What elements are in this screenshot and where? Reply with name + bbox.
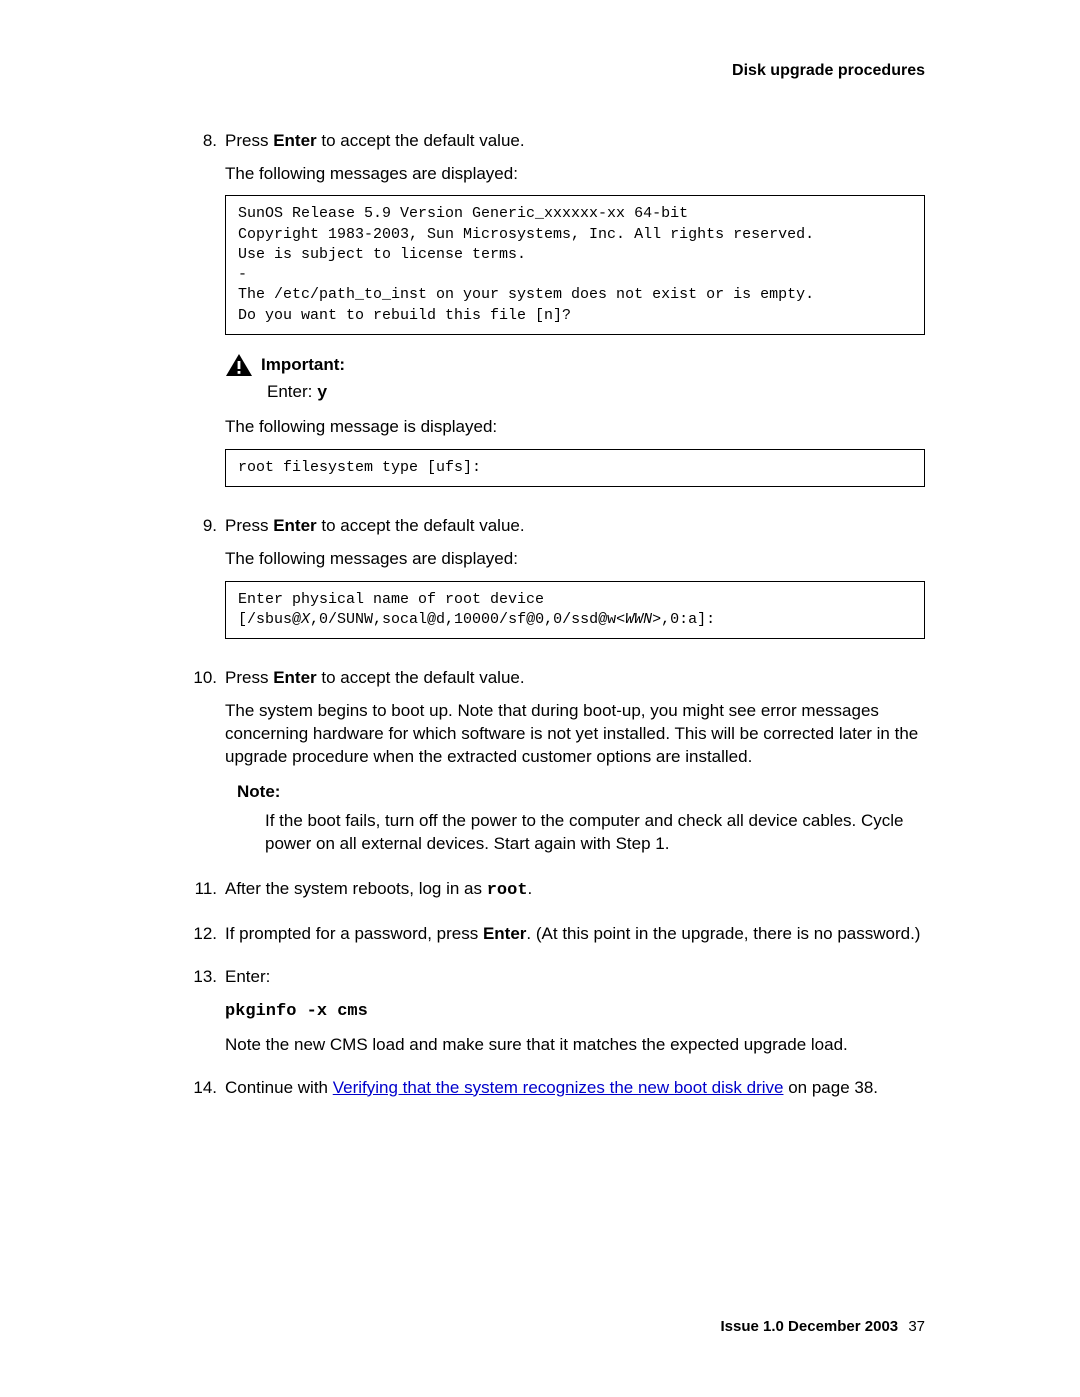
step-number: 12. [155, 923, 225, 956]
page-number: 37 [908, 1318, 925, 1335]
step-14-line: Continue with Verifying that the system … [225, 1077, 925, 1100]
step-9-line1: Press Enter to accept the default value. [225, 515, 925, 538]
step-number: 13. [155, 966, 225, 1067]
step-13: 13. Enter: pkginfo -x cms Note the new C… [155, 966, 925, 1067]
step-body: If prompted for a password, press Enter.… [225, 923, 925, 956]
step-8: 8. Press Enter to accept the default val… [155, 130, 925, 506]
page-footer: Issue 1.0 December 2003 37 [721, 1317, 925, 1337]
note-title: Note: [237, 781, 925, 804]
step-number: 9. [155, 515, 225, 657]
page: Disk upgrade procedures 8. Press Enter t… [0, 0, 1080, 1397]
step-13-enter: Enter: [225, 966, 925, 989]
step-8-line1: Press Enter to accept the default value. [225, 130, 925, 153]
code-block-sunos: SunOS Release 5.9 Version Generic_xxxxxx… [225, 195, 925, 335]
important-body: Enter: y [267, 381, 925, 406]
step-11: 11. After the system reboots, log in as … [155, 878, 925, 913]
issue-label: Issue 1.0 December 2003 [721, 1318, 899, 1335]
step-number: 14. [155, 1077, 225, 1110]
note-body: If the boot fails, turn off the power to… [265, 810, 925, 856]
code-block-physname: Enter physical name of root device [/sbu… [225, 581, 925, 640]
step-number: 8. [155, 130, 225, 506]
step-12: 12. If prompted for a password, press En… [155, 923, 925, 956]
verify-link[interactable]: Verifying that the system recognizes the… [333, 1078, 784, 1097]
step-body: Press Enter to accept the default value.… [225, 667, 925, 868]
step-8-follow1: The following messages are displayed: [225, 163, 925, 186]
step-10: 10. Press Enter to accept the default va… [155, 667, 925, 868]
important-header: Important: [225, 353, 925, 377]
step-body: After the system reboots, log in as root… [225, 878, 925, 913]
step-9-follow1: The following messages are displayed: [225, 548, 925, 571]
important-label: Important: [261, 354, 345, 377]
step-11-line: After the system reboots, log in as root… [225, 878, 925, 903]
step-number: 11. [155, 878, 225, 913]
step-12-line: If prompted for a password, press Enter.… [225, 923, 925, 946]
important-callout: Important: Enter: y [225, 353, 925, 406]
step-body: Press Enter to accept the default value.… [225, 130, 925, 506]
step-14: 14. Continue with Verifying that the sys… [155, 1077, 925, 1110]
step-10-para: The system begins to boot up. Note that … [225, 700, 925, 769]
step-body: Continue with Verifying that the system … [225, 1077, 925, 1110]
step-10-line1: Press Enter to accept the default value. [225, 667, 925, 690]
note-block: Note: If the boot fails, turn off the po… [237, 781, 925, 856]
step-8-follow2: The following message is displayed: [225, 416, 925, 439]
step-9: 9. Press Enter to accept the default val… [155, 515, 925, 657]
step-body: Press Enter to accept the default value.… [225, 515, 925, 657]
step-13-cmd: pkginfo -x cms [225, 999, 925, 1024]
running-header: Disk upgrade procedures [155, 60, 925, 82]
step-13-after: Note the new CMS load and make sure that… [225, 1034, 925, 1057]
warning-icon [225, 353, 253, 377]
step-body: Enter: pkginfo -x cms Note the new CMS l… [225, 966, 925, 1067]
code-block-rootfs: root filesystem type [ufs]: [225, 449, 925, 487]
step-number: 10. [155, 667, 225, 868]
